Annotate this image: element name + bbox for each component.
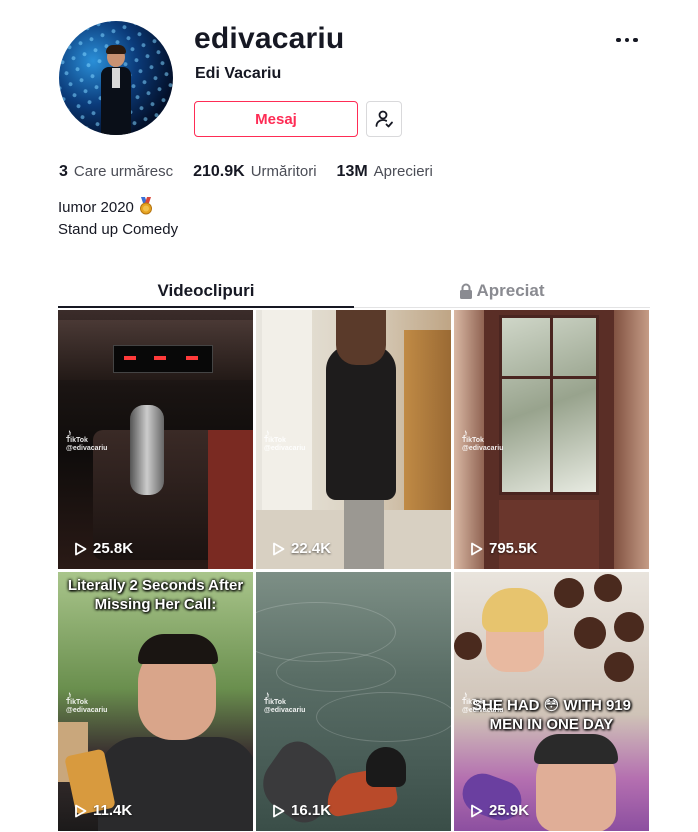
view-count: 22.4K — [272, 540, 331, 557]
user-check-icon — [375, 110, 393, 128]
video-card[interactable]: ♪ TikTok @edivacariu 16.1K — [256, 572, 451, 831]
more-options-icon[interactable] — [612, 30, 642, 50]
profile-username: edivacariu — [194, 22, 345, 55]
likes-stat: 13M Aprecieri — [337, 163, 433, 181]
tiktok-watermark: ♪ TikTok @edivacariu — [66, 426, 108, 452]
video-card[interactable]: ♪ TikTok @edivacariu 795.5K — [454, 310, 649, 569]
video-card[interactable]: Literally 2 Seconds After Missing Her Ca… — [58, 572, 253, 831]
view-count: 25.9K — [470, 802, 529, 819]
bio-line-1: Iumor 2020 — [58, 199, 134, 216]
video-caption: Literally 2 Seconds After Missing Her Ca… — [67, 577, 244, 613]
play-icon — [471, 804, 483, 817]
following-stat[interactable]: 3 Care urmăresc — [59, 163, 173, 181]
profile-avatar — [59, 21, 173, 135]
bio-line-2: Stand up Comedy — [58, 221, 179, 238]
video-card[interactable]: ♪ TikTok @edivacariu 25.8K — [58, 310, 253, 569]
active-tab-indicator — [58, 306, 354, 308]
view-count: 16.1K — [272, 802, 331, 819]
profile-tabs: Videoclipuri Apreciat — [58, 274, 650, 308]
message-button[interactable]: Mesaj — [194, 101, 358, 137]
following-count: 3 — [59, 163, 68, 180]
followers-stat[interactable]: 210.9K Urmăritori — [193, 163, 316, 181]
tab-videos[interactable]: Videoclipuri — [58, 274, 354, 308]
lock-icon — [460, 283, 473, 299]
video-grid: ♪ TikTok @edivacariu 25.8K ♪ TikTok @edivaca… — [58, 310, 650, 832]
tiktok-watermark: ♪ TikTok @edivacariu — [462, 426, 504, 452]
play-icon — [471, 542, 483, 555]
tiktok-watermark: ♪ TikTok @edivacariu — [264, 688, 306, 714]
tiktok-watermark: ♪ TikTok @edivacariu — [264, 426, 306, 452]
video-card[interactable]: ♪ TikTok @edivacariu 22.4K — [256, 310, 451, 569]
play-icon — [273, 542, 285, 555]
view-count: 795.5K — [470, 540, 537, 557]
followers-label: Urmăritori — [250, 163, 317, 180]
likes-count: 13M — [336, 163, 368, 180]
followers-count: 210.9K — [193, 163, 245, 180]
profile-bio: Iumor 2020 Stand up Comedy — [58, 197, 178, 241]
medal-icon — [138, 197, 154, 215]
tab-liked[interactable]: Apreciat — [354, 274, 650, 308]
play-icon — [75, 804, 87, 817]
profile-stats: 3 Care urmăresc 210.9K Urmăritori 13M Ap… — [59, 163, 453, 181]
follow-user-button[interactable] — [366, 101, 402, 137]
play-icon — [75, 542, 87, 555]
play-icon — [273, 804, 285, 817]
tiktok-watermark: ♪ TikTok @edivacariu — [66, 688, 108, 714]
following-label: Care urmăresc — [73, 163, 174, 180]
likes-label: Aprecieri — [373, 163, 433, 180]
video-card[interactable]: SHE HAD 😳 WITH 919 MEN IN ONE DAY ♪ TikTo… — [454, 572, 649, 831]
view-count: 25.8K — [74, 540, 133, 557]
tab-liked-label: Apreciat — [476, 281, 545, 300]
tiktok-watermark: ♪ TikTok @edivacariu — [462, 688, 504, 714]
profile-nickname: Edi Vacariu — [195, 65, 282, 82]
view-count: 11.4K — [74, 802, 132, 819]
